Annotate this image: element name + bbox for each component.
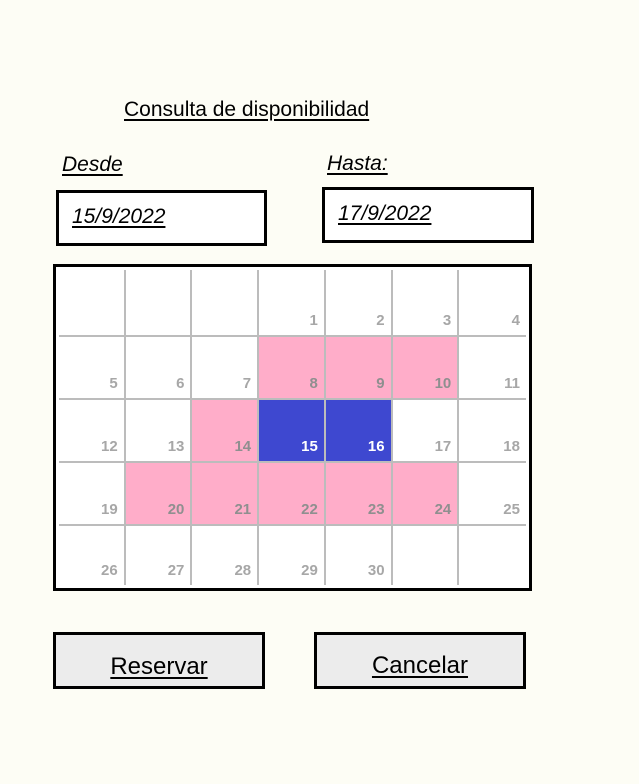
calendar-grid: SUNDAYMONDAYTUESDAYWEDNESDAYTHURSDAYFRID… xyxy=(59,270,526,585)
calendar-empty-cell xyxy=(459,526,526,585)
calendar-day-12[interactable]: 12 xyxy=(59,400,126,463)
day-number: 24 xyxy=(434,501,452,518)
calendar-day-16[interactable]: 16 xyxy=(325,400,393,463)
day-number: 21 xyxy=(234,501,252,518)
day-number: 6 xyxy=(176,375,185,392)
day-number: 10 xyxy=(434,375,452,392)
day-number: 5 xyxy=(109,375,118,392)
calendar-day-5[interactable]: 5 xyxy=(59,337,126,400)
day-number: 4 xyxy=(511,312,520,329)
reserve-button[interactable]: Reservar xyxy=(53,632,265,689)
day-number: 2 xyxy=(376,312,385,329)
calendar-day-4[interactable]: 4 xyxy=(459,270,526,337)
calendar-day-29[interactable]: 29 xyxy=(259,526,326,585)
day-number: 20 xyxy=(167,501,185,518)
calendar-day-21[interactable]: 21 xyxy=(192,463,260,526)
desde-date-field[interactable]: 15/9/2022 xyxy=(56,190,267,246)
calendar-day-1[interactable]: 1 xyxy=(259,270,326,337)
calendar-empty-cell xyxy=(125,270,193,337)
calendar-day-28[interactable]: 28 xyxy=(192,526,260,585)
hasta-date-value: 17/9/2022 xyxy=(338,202,432,225)
calendar-day-23[interactable]: 23 xyxy=(325,463,393,526)
calendar-day-9[interactable]: 9 xyxy=(325,337,393,400)
calendar-empty-cell xyxy=(392,526,460,585)
calendar-day-14[interactable]: 14 xyxy=(192,400,260,463)
day-number: 23 xyxy=(367,501,385,518)
day-number: 14 xyxy=(234,438,252,455)
availability-calendar: SUNDAYMONDAYTUESDAYWEDNESDAYTHURSDAYFRID… xyxy=(53,264,532,591)
cancel-button[interactable]: Cancelar xyxy=(314,632,526,689)
hasta-label: Hasta: xyxy=(327,152,388,175)
calendar-day-22[interactable]: 22 xyxy=(259,463,326,526)
day-number: 12 xyxy=(101,438,118,455)
day-number: 18 xyxy=(503,438,520,455)
page-title: Consulta de disponibilidad xyxy=(124,98,370,121)
calendar-empty-cell xyxy=(59,270,126,337)
calendar-day-13[interactable]: 13 xyxy=(125,400,193,463)
day-number: 17 xyxy=(434,438,452,455)
day-number: 22 xyxy=(301,501,318,518)
calendar-day-7[interactable]: 7 xyxy=(192,337,260,400)
hasta-date-field[interactable]: 17/9/2022 xyxy=(322,187,534,243)
day-number: 29 xyxy=(301,562,318,579)
calendar-day-25[interactable]: 25 xyxy=(459,463,526,526)
day-number: 16 xyxy=(367,438,385,455)
day-number: 9 xyxy=(376,375,385,392)
calendar-day-24[interactable]: 24 xyxy=(392,463,460,526)
day-number: 3 xyxy=(442,312,452,329)
day-number: 28 xyxy=(234,562,252,579)
day-number: 25 xyxy=(503,501,520,518)
calendar-day-15[interactable]: 15 xyxy=(259,400,326,463)
calendar-day-18[interactable]: 18 xyxy=(459,400,526,463)
day-number: 8 xyxy=(309,375,318,392)
calendar-day-27[interactable]: 27 xyxy=(125,526,193,585)
day-number: 7 xyxy=(242,375,252,392)
calendar-day-8[interactable]: 8 xyxy=(259,337,326,400)
desde-label: Desde xyxy=(62,153,123,176)
day-number: 11 xyxy=(504,375,520,392)
day-number: 26 xyxy=(101,562,118,579)
calendar-day-26[interactable]: 26 xyxy=(59,526,126,585)
calendar-day-6[interactable]: 6 xyxy=(125,337,193,400)
calendar-day-3[interactable]: 3 xyxy=(392,270,460,337)
day-number: 27 xyxy=(167,562,185,579)
day-number: 30 xyxy=(367,562,385,579)
day-number: 1 xyxy=(309,312,318,329)
calendar-day-30[interactable]: 30 xyxy=(325,526,393,585)
calendar-empty-cell xyxy=(192,270,260,337)
day-number: 15 xyxy=(301,438,318,455)
calendar-day-11[interactable]: 11 xyxy=(459,337,526,400)
day-number: 13 xyxy=(167,438,185,455)
calendar-day-17[interactable]: 17 xyxy=(392,400,460,463)
calendar-day-19[interactable]: 19 xyxy=(59,463,126,526)
desde-date-value: 15/9/2022 xyxy=(72,205,166,228)
calendar-day-20[interactable]: 20 xyxy=(125,463,193,526)
calendar-day-2[interactable]: 2 xyxy=(325,270,393,337)
calendar-day-10[interactable]: 10 xyxy=(392,337,460,400)
day-number: 19 xyxy=(101,501,118,518)
